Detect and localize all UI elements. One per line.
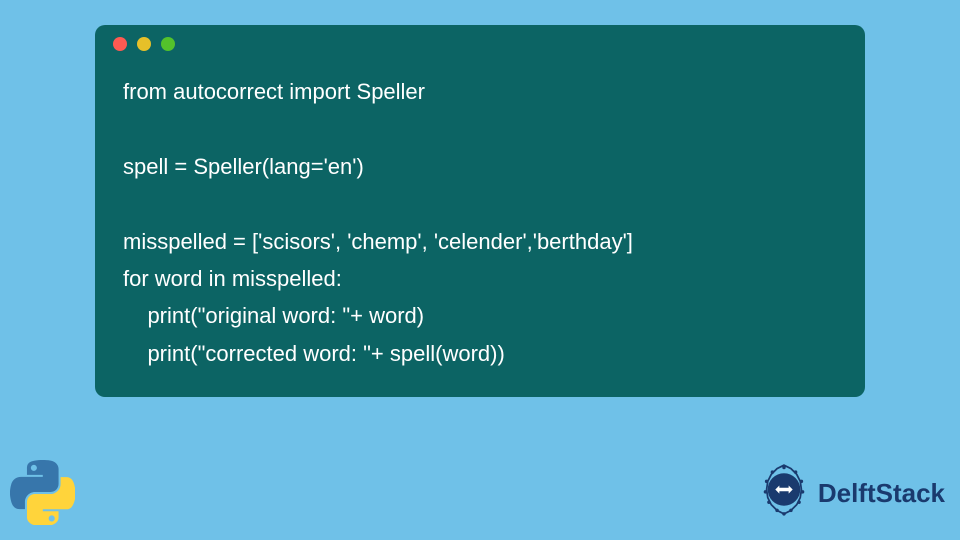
code-line: print("original word: "+ word) (123, 303, 424, 328)
code-line: print("corrected word: "+ spell(word)) (123, 341, 505, 366)
delftstack-logo: DelftStack (755, 464, 945, 522)
window-titlebar (95, 25, 865, 63)
code-line: spell = Speller(lang='en') (123, 154, 364, 179)
code-line: from autocorrect import Speller (123, 79, 425, 104)
code-line: misspelled = ['scisors', 'chemp', 'celen… (123, 229, 633, 254)
close-icon (113, 37, 127, 51)
code-line: for word in misspelled: (123, 266, 342, 291)
delftstack-badge-icon (755, 464, 813, 522)
delftstack-brand-text: DelftStack (818, 478, 945, 509)
python-logo-icon (10, 460, 75, 525)
minimize-icon (137, 37, 151, 51)
code-window: from autocorrect import Speller spell = … (95, 25, 865, 397)
code-block: from autocorrect import Speller spell = … (95, 63, 865, 372)
maximize-icon (161, 37, 175, 51)
